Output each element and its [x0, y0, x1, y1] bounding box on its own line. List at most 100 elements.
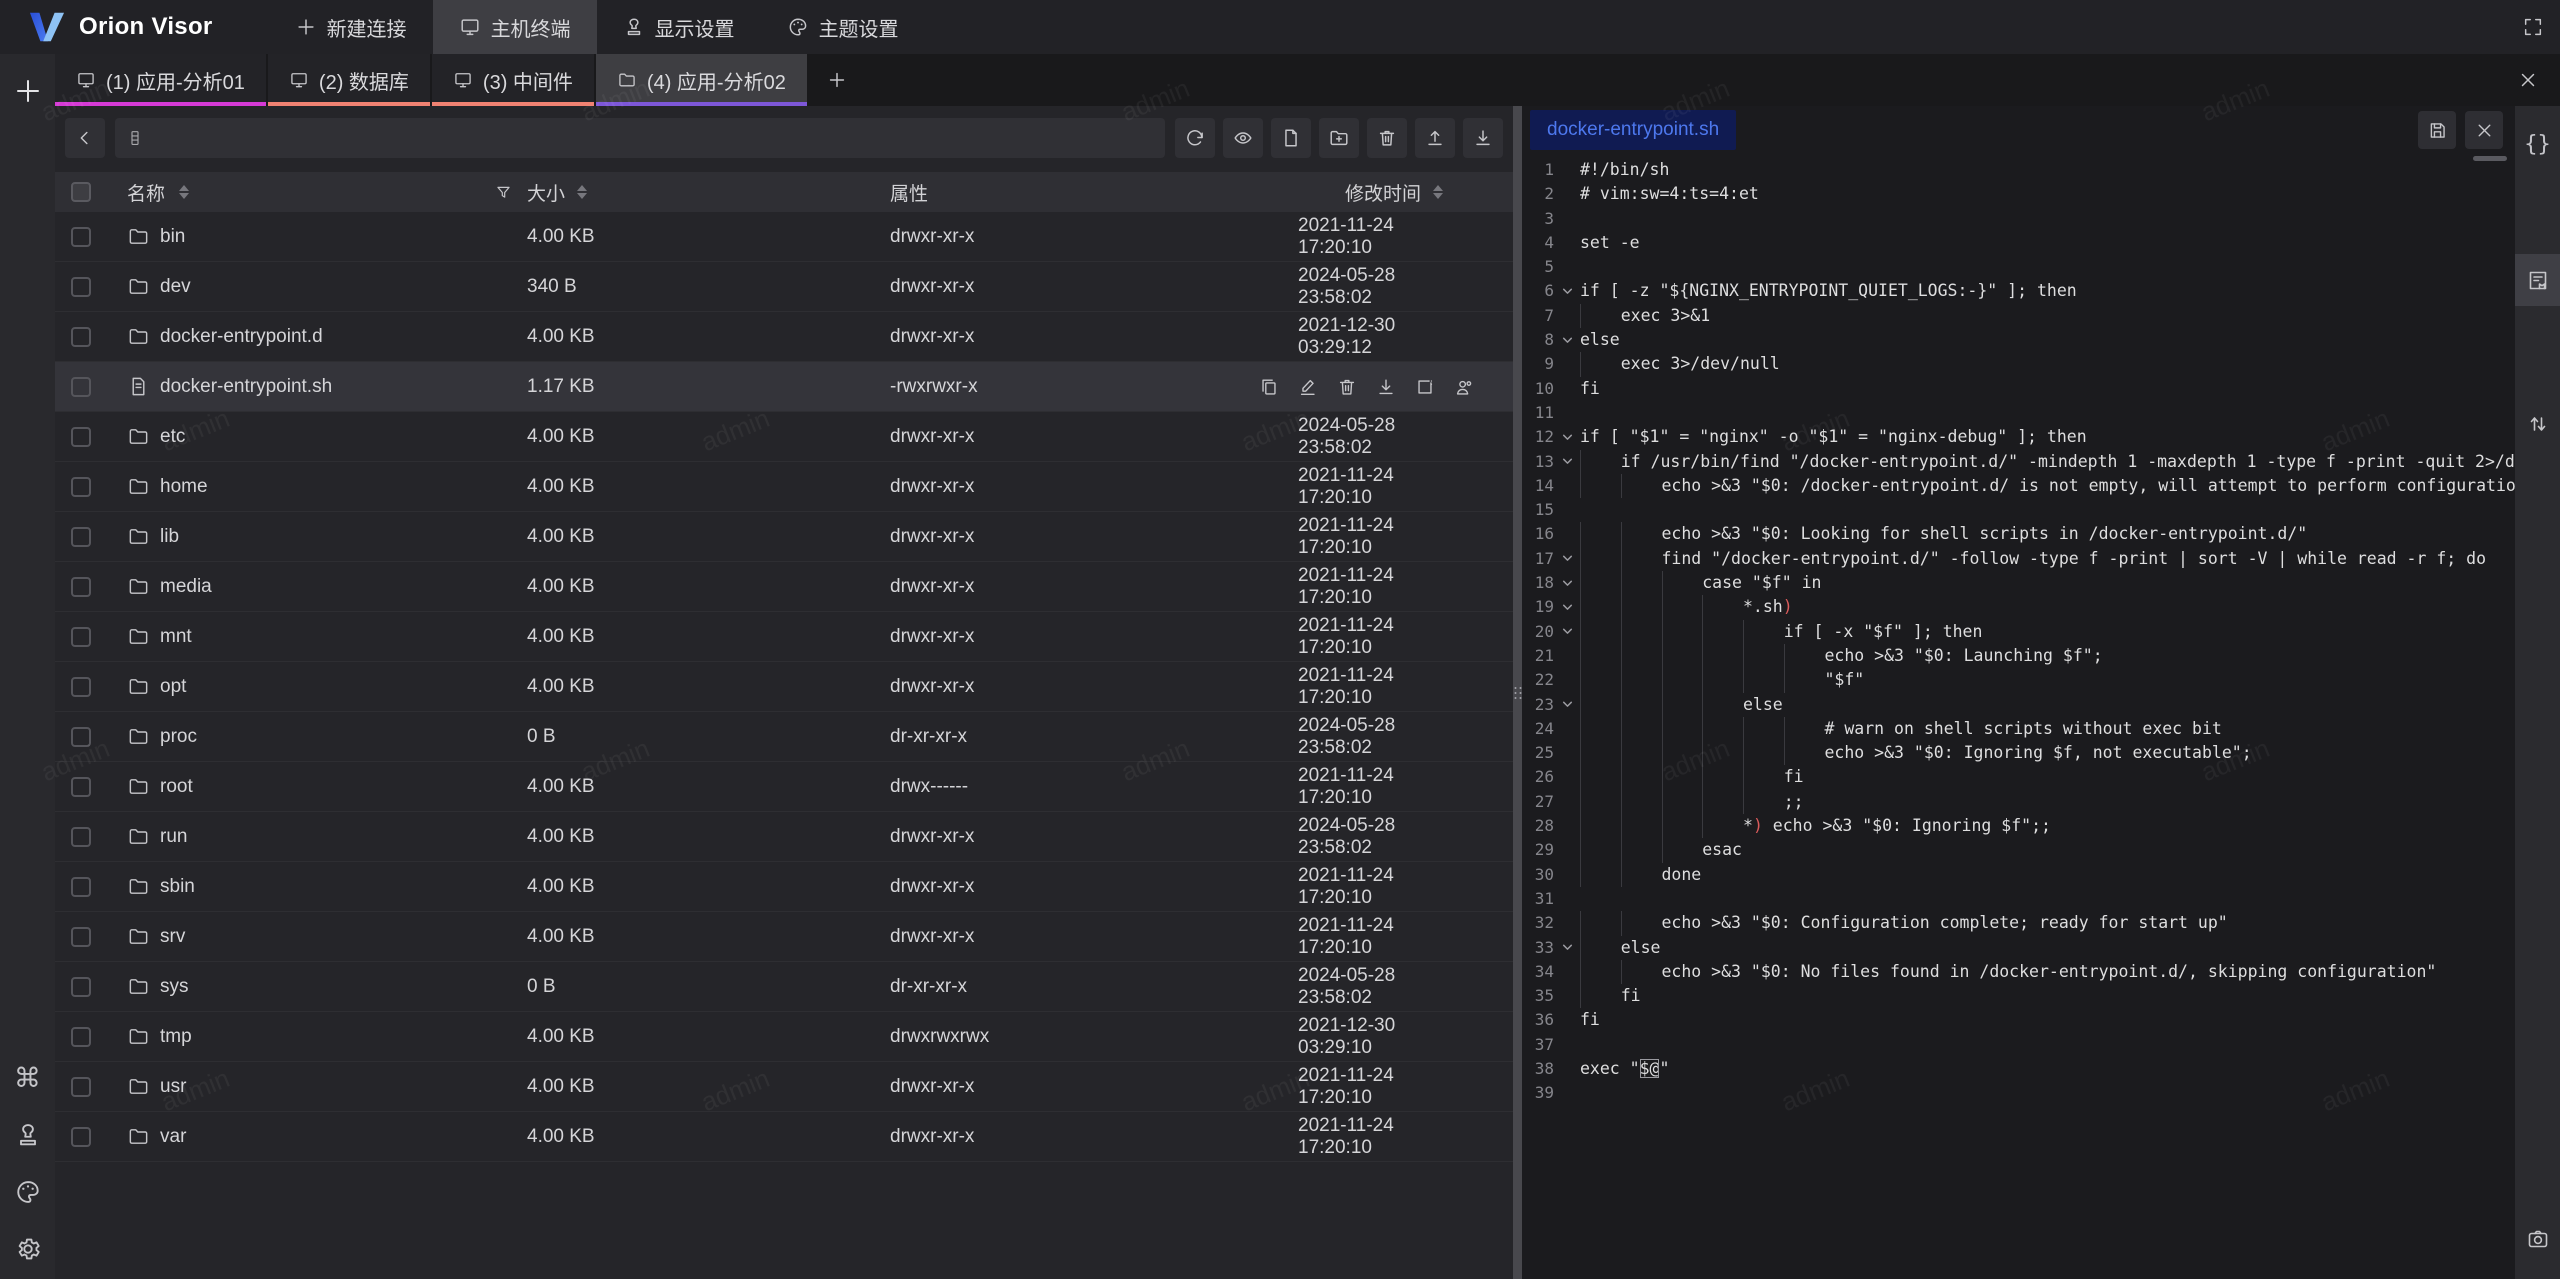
- menu-host-terminal[interactable]: 主机终端: [433, 0, 597, 54]
- fold-toggle-icon[interactable]: [1554, 328, 1580, 352]
- row-filename[interactable]: var: [160, 1126, 186, 1148]
- row-checkbox[interactable]: [71, 427, 91, 447]
- fold-toggle-icon[interactable]: [1554, 620, 1580, 644]
- table-row[interactable]: media4.00 KBdrwxr-xr-x2021-11-24 17:20:1…: [55, 562, 1513, 612]
- row-filename[interactable]: dev: [160, 276, 191, 298]
- delete-icon[interactable]: [1336, 375, 1358, 399]
- table-row[interactable]: sys0 Bdr-xr-xr-x2024-05-28 23:58:02: [55, 962, 1513, 1012]
- select-all-checkbox[interactable]: [71, 182, 91, 202]
- sort-name[interactable]: [179, 185, 189, 199]
- table-row[interactable]: opt4.00 KBdrwxr-xr-x2021-11-24 17:20:10: [55, 662, 1513, 712]
- permission-icon[interactable]: [1453, 375, 1475, 399]
- table-row[interactable]: usr4.00 KBdrwxr-xr-x2021-11-24 17:20:10: [55, 1062, 1513, 1112]
- fold-toggle-icon[interactable]: [1554, 693, 1580, 717]
- table-row[interactable]: home4.00 KBdrwxr-xr-x2021-11-24 17:20:10: [55, 462, 1513, 512]
- table-row[interactable]: lib4.00 KBdrwxr-xr-x2021-11-24 17:20:10: [55, 512, 1513, 562]
- row-filename[interactable]: bin: [160, 226, 185, 248]
- fold-toggle-icon[interactable]: [1554, 936, 1580, 960]
- refresh-button[interactable]: [1175, 118, 1215, 158]
- table-row[interactable]: run4.00 KBdrwxr-xr-x2024-05-28 23:58:02: [55, 812, 1513, 862]
- row-filename[interactable]: mnt: [160, 626, 192, 648]
- copy-icon[interactable]: [1258, 375, 1280, 399]
- path-input[interactable]: [152, 127, 1154, 150]
- menu-theme-settings[interactable]: 主题设置: [761, 0, 925, 54]
- fold-toggle-icon[interactable]: [1554, 425, 1580, 449]
- row-checkbox[interactable]: [71, 1127, 91, 1147]
- row-filename[interactable]: root: [160, 776, 193, 798]
- tab-app-analysis-01[interactable]: (1) 应用-分析01: [55, 54, 266, 106]
- row-filename[interactable]: home: [160, 476, 208, 498]
- tab-database[interactable]: (2) 数据库: [268, 54, 430, 106]
- table-row[interactable]: docker-entrypoint.d4.00 KBdrwxr-xr-x2021…: [55, 312, 1513, 362]
- save-button[interactable]: [2418, 111, 2456, 149]
- fullscreen-button[interactable]: [2506, 0, 2560, 54]
- table-row[interactable]: tmp4.00 KBdrwxrwxrwx2021-12-30 03:29:10: [55, 1012, 1513, 1062]
- path-input-box[interactable]: [115, 118, 1165, 158]
- file-editor-view-button[interactable]: [2515, 254, 2560, 306]
- back-button[interactable]: [65, 118, 105, 158]
- table-row[interactable]: mnt4.00 KBdrwxr-xr-x2021-11-24 17:20:10: [55, 612, 1513, 662]
- row-checkbox[interactable]: [71, 727, 91, 747]
- download-icon[interactable]: [1375, 375, 1397, 399]
- row-filename[interactable]: media: [160, 576, 212, 598]
- code-editor[interactable]: 1#!/bin/sh2# vim:sw=4:ts=4:et34set -e56i…: [1522, 154, 2515, 1279]
- close-panel-button[interactable]: [2508, 60, 2548, 100]
- screenshot-button[interactable]: [2515, 1213, 2560, 1265]
- toggle-hidden-files-button[interactable]: [1223, 118, 1263, 158]
- row-checkbox[interactable]: [71, 777, 91, 797]
- row-filename[interactable]: run: [160, 826, 187, 848]
- sort-view-button[interactable]: [2515, 398, 2560, 450]
- row-checkbox[interactable]: [71, 277, 91, 297]
- row-checkbox[interactable]: [71, 877, 91, 897]
- fold-toggle-icon[interactable]: [1554, 595, 1580, 619]
- fold-toggle-icon[interactable]: [1554, 571, 1580, 595]
- delete-button[interactable]: [1367, 118, 1407, 158]
- menu-new-connection[interactable]: 新建连接: [269, 0, 433, 54]
- row-filename[interactable]: proc: [160, 726, 197, 748]
- row-checkbox[interactable]: [71, 527, 91, 547]
- row-checkbox[interactable]: [71, 1077, 91, 1097]
- sidebar-shortcut-button[interactable]: ⌘: [14, 1064, 42, 1092]
- table-row[interactable]: dev340 Bdrwxr-xr-x2024-05-28 23:58:02: [55, 262, 1513, 312]
- sort-mtime[interactable]: [1433, 185, 1443, 199]
- row-checkbox[interactable]: [71, 827, 91, 847]
- open-file-tab[interactable]: docker-entrypoint.sh: [1530, 110, 1736, 150]
- row-checkbox[interactable]: [71, 577, 91, 597]
- new-folder-button[interactable]: [1319, 118, 1359, 158]
- tab-middleware[interactable]: (3) 中间件: [432, 54, 594, 106]
- row-checkbox[interactable]: [71, 327, 91, 347]
- filter-button[interactable]: [494, 183, 513, 202]
- row-checkbox[interactable]: [71, 227, 91, 247]
- tab-app-analysis-02[interactable]: (4) 应用-分析02: [596, 54, 807, 106]
- row-checkbox[interactable]: [71, 627, 91, 647]
- add-tab-button[interactable]: [809, 54, 865, 106]
- row-checkbox[interactable]: [71, 927, 91, 947]
- row-checkbox[interactable]: [71, 977, 91, 997]
- row-filename[interactable]: sbin: [160, 876, 195, 898]
- table-row[interactable]: bin4.00 KBdrwxr-xr-x2021-11-24 17:20:10: [55, 212, 1513, 262]
- table-row[interactable]: sbin4.00 KBdrwxr-xr-x2021-11-24 17:20:10: [55, 862, 1513, 912]
- download-button[interactable]: [1463, 118, 1503, 158]
- table-row[interactable]: proc0 Bdr-xr-xr-x2024-05-28 23:58:02: [55, 712, 1513, 762]
- fold-toggle-icon[interactable]: [1554, 547, 1580, 571]
- table-row[interactable]: root4.00 KBdrwx------2021-11-24 17:20:10: [55, 762, 1513, 812]
- new-file-button[interactable]: [1271, 118, 1311, 158]
- move-icon[interactable]: [1414, 375, 1436, 399]
- sort-size[interactable]: [577, 185, 587, 199]
- row-checkbox[interactable]: [71, 677, 91, 697]
- row-filename[interactable]: usr: [160, 1076, 186, 1098]
- sidebar-theme-button[interactable]: [14, 1178, 42, 1206]
- table-row[interactable]: etc4.00 KBdrwxr-xr-x2024-05-28 23:58:02: [55, 412, 1513, 462]
- row-filename[interactable]: lib: [160, 526, 179, 548]
- editor-scrollbar[interactable]: [2473, 156, 2507, 161]
- menu-display-settings[interactable]: 显示设置: [597, 0, 761, 54]
- upload-button[interactable]: [1415, 118, 1455, 158]
- table-row[interactable]: srv4.00 KBdrwxr-xr-x2021-11-24 17:20:10: [55, 912, 1513, 962]
- row-checkbox[interactable]: [71, 1027, 91, 1047]
- panel-resize-handle[interactable]: [1513, 106, 1522, 1279]
- fold-toggle-icon[interactable]: [1554, 450, 1580, 474]
- row-filename[interactable]: etc: [160, 426, 185, 448]
- row-checkbox[interactable]: [71, 377, 91, 397]
- table-row[interactable]: docker-entrypoint.sh1.17 KB-rwxrwxr-x: [55, 362, 1513, 412]
- row-filename[interactable]: opt: [160, 676, 186, 698]
